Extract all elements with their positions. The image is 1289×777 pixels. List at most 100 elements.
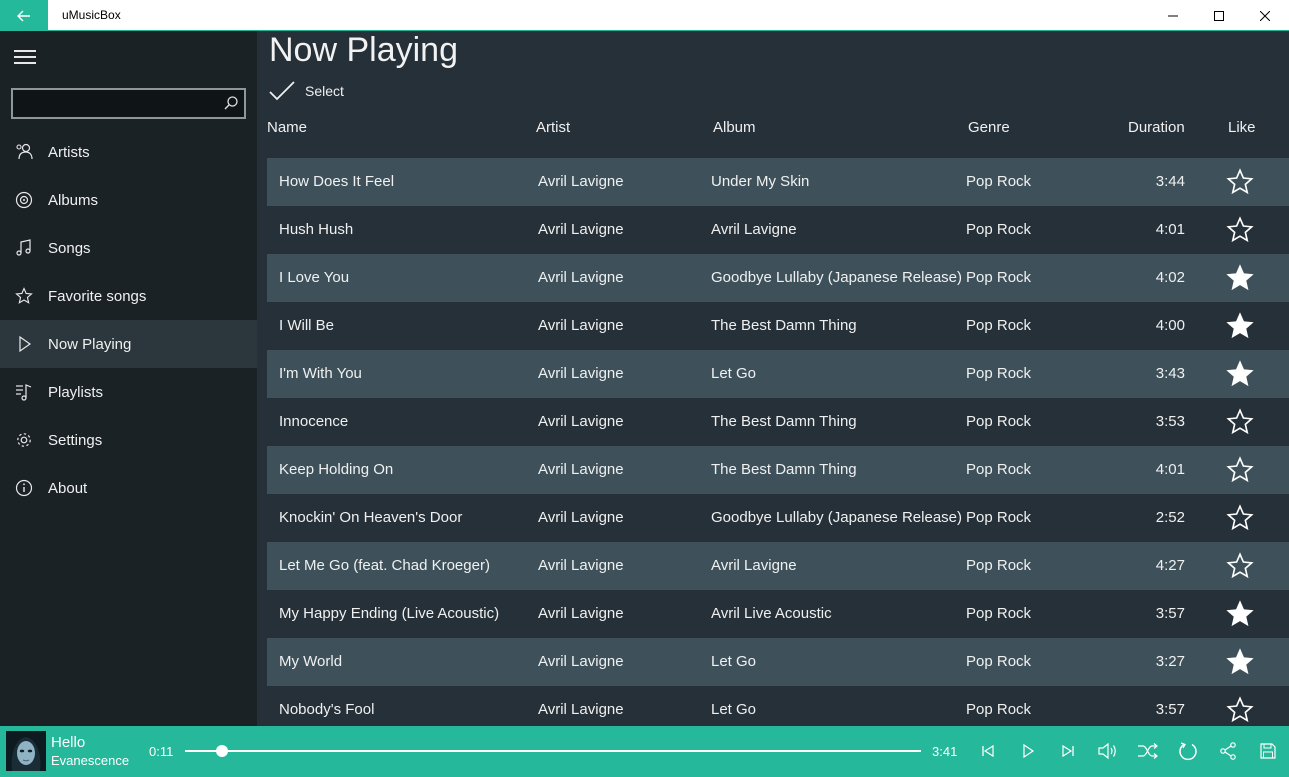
song-name: Hush Hush [279, 221, 354, 238]
volume-icon [1098, 742, 1116, 760]
repeat-icon [1179, 742, 1197, 761]
sidebar-item-label: Favorite songs [48, 287, 147, 305]
song-name: My Happy Ending (Live Acoustic) [279, 605, 500, 622]
star-icon [14, 287, 33, 304]
sidebar-item-about[interactable]: About [0, 464, 257, 512]
sidebar-item-artists[interactable]: Artists [0, 128, 257, 176]
sidebar-item-now-playing[interactable]: Now Playing [0, 320, 257, 368]
table-row[interactable]: Innocence Avril Lavigne The Best Damn Th… [267, 398, 1289, 446]
hamburger-menu-button[interactable] [14, 50, 36, 64]
table-row[interactable]: My World Avril Lavigne Let Go Pop Rock 3… [267, 638, 1289, 686]
like-star-icon[interactable] [1226, 600, 1254, 628]
table-row[interactable]: Keep Holding On Avril Lavigne The Best D… [267, 446, 1289, 494]
song-artist: Avril Lavigne [538, 509, 624, 526]
song-artist: Avril Lavigne [538, 317, 624, 334]
gear-icon [16, 433, 31, 447]
minimize-button[interactable] [1150, 0, 1196, 31]
song-name: I Love You [279, 269, 350, 286]
minimize-icon [1168, 15, 1178, 16]
page-title: Now Playing [269, 31, 458, 69]
song-name: Nobody's Fool [279, 701, 375, 718]
like-star-icon[interactable] [1226, 408, 1254, 436]
song-artist: Avril Lavigne [538, 365, 624, 382]
song-genre: Pop Rock [966, 269, 1032, 286]
like-star-icon[interactable] [1226, 648, 1254, 676]
song-name: Keep Holding On [279, 461, 394, 478]
table-row[interactable]: Hush Hush Avril Lavigne Avril Lavigne Po… [267, 206, 1289, 254]
volume-button[interactable] [1097, 740, 1119, 762]
like-star-icon[interactable] [1226, 168, 1254, 196]
column-header-like[interactable]: Like [1228, 119, 1256, 136]
sidebar-item-albums[interactable]: Albums [0, 176, 257, 224]
search-icon[interactable] [224, 96, 238, 110]
close-icon [1260, 10, 1270, 21]
table-row[interactable]: How Does It Feel Avril Lavigne Under My … [267, 158, 1289, 206]
column-header-name[interactable]: Name [267, 119, 307, 136]
table-row[interactable]: I'm With You Avril Lavigne Let Go Pop Ro… [267, 350, 1289, 398]
song-duration: 2:52 [1155, 509, 1185, 526]
like-star-icon[interactable] [1226, 552, 1254, 580]
column-header-duration[interactable]: Duration [1128, 119, 1185, 136]
playlists-icon [15, 384, 31, 401]
table-row[interactable]: My Happy Ending (Live Acoustic) Avril La… [267, 590, 1289, 638]
share-button[interactable] [1217, 740, 1239, 762]
next-button[interactable] [1057, 740, 1079, 762]
column-header-album[interactable]: Album [713, 119, 756, 136]
song-name: Innocence [279, 413, 349, 430]
back-button[interactable] [0, 0, 48, 31]
search-input[interactable] [13, 90, 217, 119]
sidebar-item-playlists[interactable]: Playlists [0, 368, 257, 416]
album-art[interactable] [6, 731, 46, 771]
song-artist: Avril Lavigne [538, 701, 624, 718]
song-artist: Avril Lavigne [538, 653, 624, 670]
song-list: How Does It Feel Avril Lavigne Under My … [267, 158, 1289, 734]
songs-icon [15, 239, 31, 256]
repeat-button[interactable] [1177, 740, 1199, 762]
shuffle-button[interactable] [1137, 740, 1159, 762]
column-header-genre[interactable]: Genre [968, 119, 1010, 136]
like-star-icon[interactable] [1226, 216, 1254, 244]
arrow-left-icon [17, 10, 30, 21]
song-genre: Pop Rock [966, 221, 1032, 238]
column-header-artist[interactable]: Artist [536, 119, 570, 136]
sidebar-item-favorite-songs[interactable]: Favorite songs [0, 272, 257, 320]
like-star-icon[interactable] [1226, 360, 1254, 388]
save-button[interactable] [1257, 740, 1279, 762]
table-row[interactable]: Let Me Go (feat. Chad Kroeger) Avril Lav… [267, 542, 1289, 590]
song-name: I'm With You [279, 365, 362, 382]
song-duration: 4:27 [1155, 557, 1185, 574]
like-star-icon[interactable] [1226, 504, 1254, 532]
table-row[interactable]: Knockin' On Heaven's Door Avril Lavigne … [267, 494, 1289, 542]
song-artist: Avril Lavigne [538, 173, 624, 190]
previous-button[interactable] [977, 740, 999, 762]
sidebar-item-label: Albums [48, 191, 99, 209]
search-box[interactable] [11, 88, 246, 119]
song-name: How Does It Feel [279, 173, 395, 190]
play-button[interactable] [1017, 740, 1039, 762]
song-album: The Best Damn Thing [711, 461, 857, 478]
album-art-image [6, 731, 46, 771]
like-star-icon[interactable] [1226, 456, 1254, 484]
table-row[interactable]: I Will Be Avril Lavigne The Best Damn Th… [267, 302, 1289, 350]
like-star-icon[interactable] [1226, 264, 1254, 292]
song-name: Knockin' On Heaven's Door [279, 509, 463, 526]
elapsed-time: 0:11 [149, 744, 174, 759]
song-genre: Pop Rock [966, 173, 1032, 190]
close-button[interactable] [1242, 0, 1288, 31]
track-title: Hello [51, 734, 86, 751]
sidebar: Artists Albums Songs Favorite songs Now … [0, 31, 257, 726]
song-genre: Pop Rock [966, 413, 1032, 430]
progress-slider[interactable] [185, 745, 921, 757]
like-star-icon[interactable] [1226, 312, 1254, 340]
sidebar-item-songs[interactable]: Songs [0, 224, 257, 272]
table-row[interactable]: I Love You Avril Lavigne Goodbye Lullaby… [267, 254, 1289, 302]
select-button[interactable]: Select [269, 81, 344, 101]
like-star-icon[interactable] [1226, 696, 1254, 724]
progress-thumb[interactable] [215, 745, 228, 757]
maximize-button[interactable] [1196, 0, 1242, 31]
song-duration: 3:57 [1155, 701, 1185, 718]
song-genre: Pop Rock [966, 605, 1032, 622]
maximize-icon [1214, 10, 1224, 21]
sidebar-item-label: Settings [48, 431, 103, 449]
sidebar-item-settings[interactable]: Settings [0, 416, 257, 464]
